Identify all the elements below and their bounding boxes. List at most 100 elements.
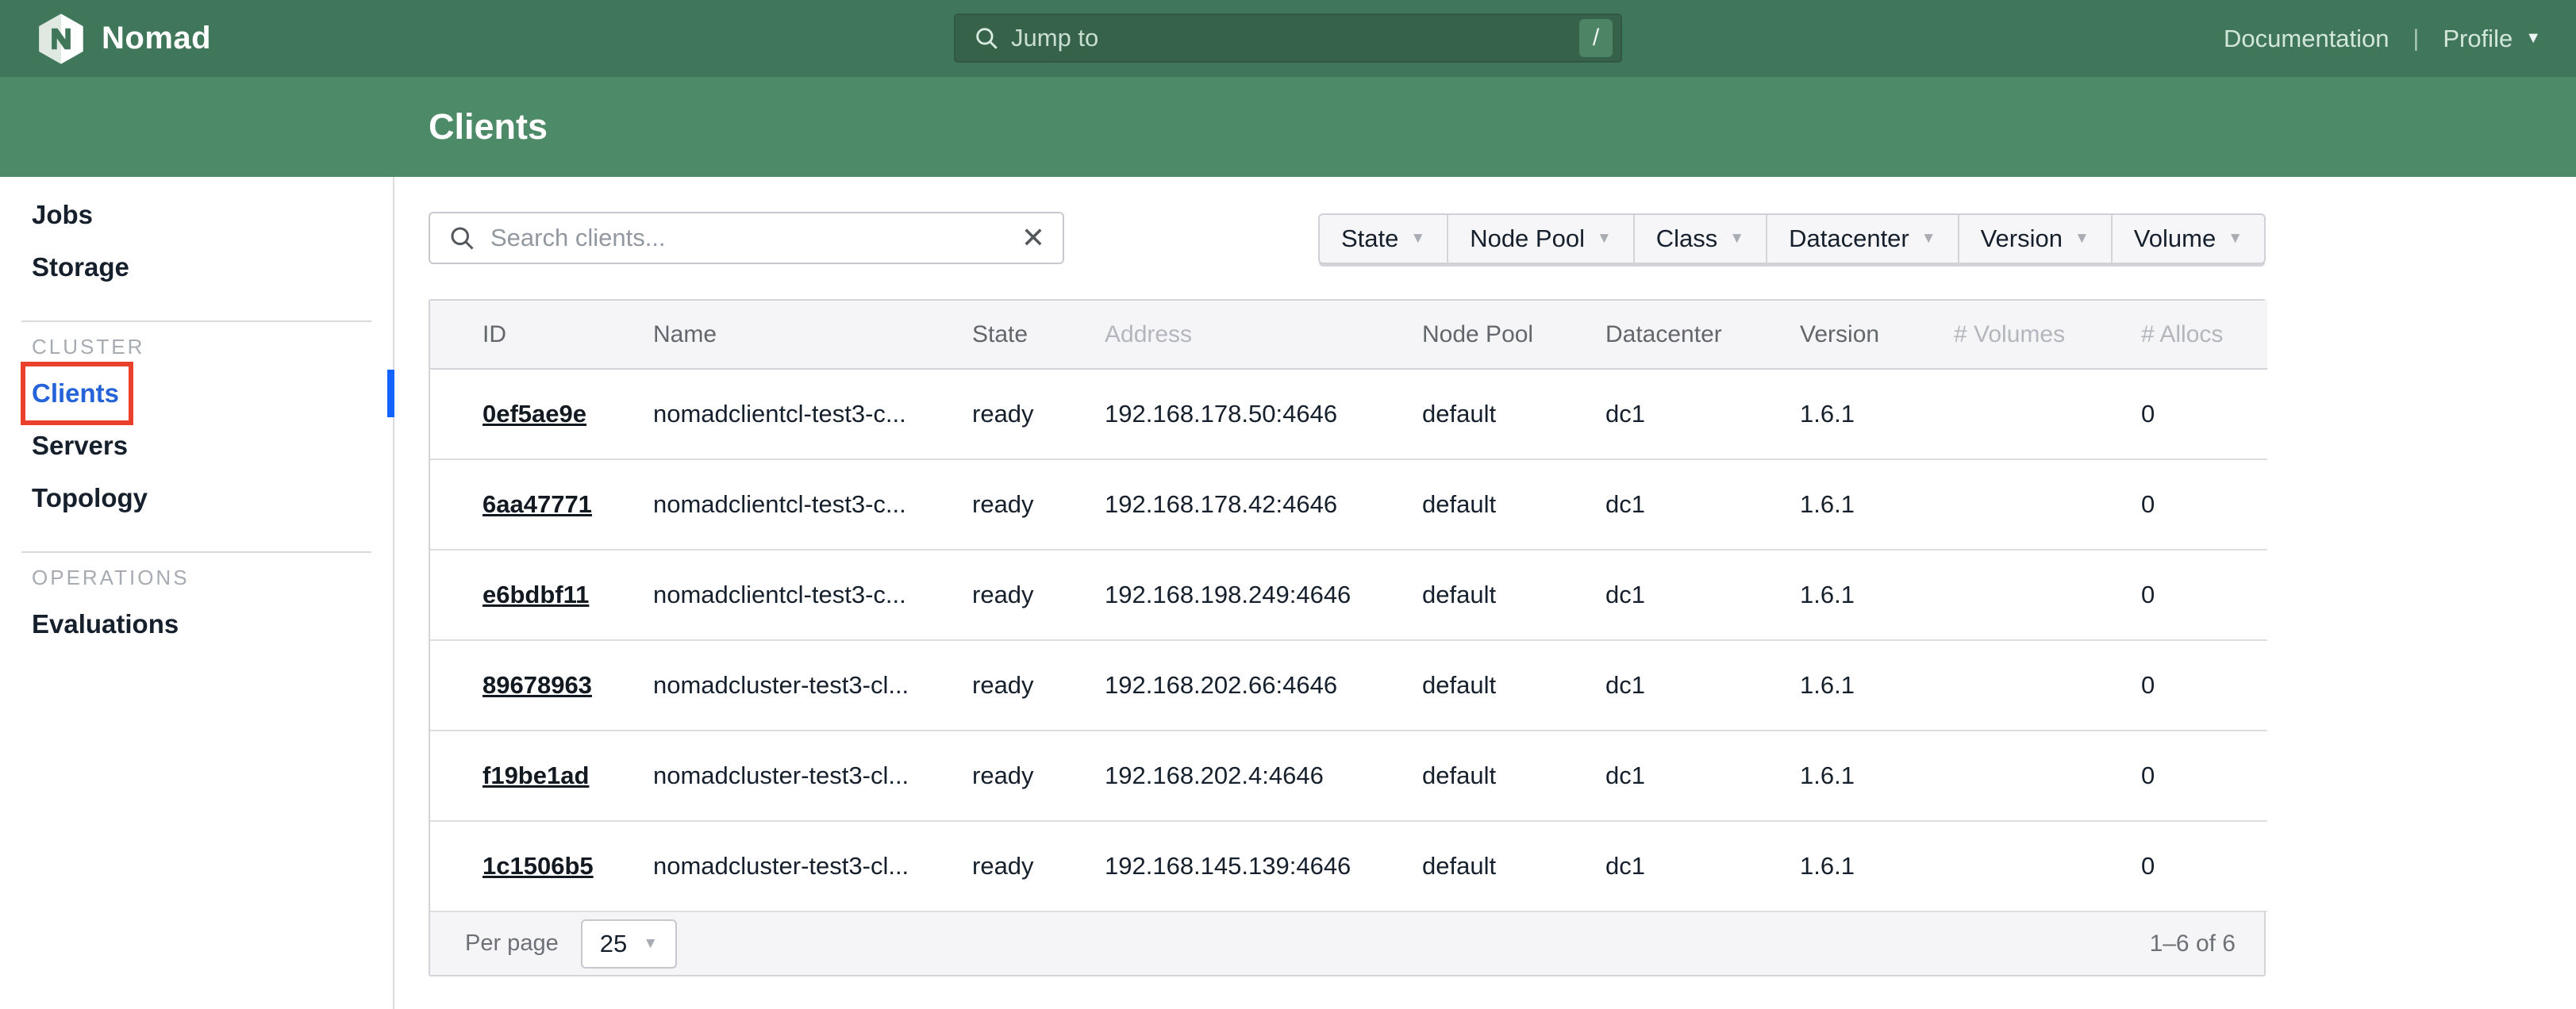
- per-page-select[interactable]: 25 ▼: [581, 919, 677, 969]
- nomad-logo-icon: [35, 13, 87, 65]
- client-row[interactable]: e6bdbf11 nomadclientcl-test3-c... ready …: [430, 550, 2267, 640]
- client-volumes: [1901, 821, 2089, 911]
- client-state: ready: [920, 550, 1052, 640]
- client-address: 192.168.178.50:4646: [1052, 369, 1370, 459]
- column-header-id[interactable]: ID: [430, 301, 601, 369]
- jump-to-input[interactable]: [1011, 24, 1568, 52]
- client-version: 1.6.1: [1747, 550, 1901, 640]
- client-id-link[interactable]: 0ef5ae9e: [483, 400, 586, 428]
- client-name: nomadclientcl-test3-c...: [601, 550, 920, 640]
- brand-wordmark: Nomad: [102, 21, 211, 56]
- client-address: 192.168.202.4:4646: [1052, 731, 1370, 821]
- client-datacenter: dc1: [1553, 550, 1747, 640]
- client-id-link[interactable]: e6bdbf11: [483, 581, 589, 608]
- client-id-link[interactable]: 6aa47771: [483, 490, 592, 518]
- chevron-down-icon: ▼: [1729, 230, 1744, 247]
- column-header-name[interactable]: Name: [601, 301, 920, 369]
- filter-bar: State ▼ Node Pool ▼ Class ▼ Datacenter ▼…: [1318, 213, 2266, 264]
- nomad-clients-page: Nomad / Documentation | Profile ▼ Client…: [0, 0, 2576, 1009]
- page-title: Clients: [429, 77, 548, 177]
- client-node-pool: default: [1370, 369, 1553, 459]
- chevron-down-icon: ▼: [1597, 230, 1612, 247]
- per-page-control: Per page 25 ▼: [465, 919, 677, 969]
- client-volumes: [1901, 369, 2089, 459]
- filter-state[interactable]: State ▼: [1320, 215, 1447, 263]
- client-version: 1.6.1: [1747, 369, 1901, 459]
- client-node-pool: default: [1370, 459, 1553, 550]
- sidebar-item-topology[interactable]: Topology: [0, 472, 393, 524]
- client-datacenter: dc1: [1553, 459, 1747, 550]
- client-version: 1.6.1: [1747, 731, 1901, 821]
- client-state: ready: [920, 459, 1052, 550]
- column-header-datacenter[interactable]: Datacenter: [1553, 301, 1747, 369]
- client-name: nomadclientcl-test3-c...: [601, 459, 920, 550]
- client-allocs: 0: [2089, 369, 2267, 459]
- client-state: ready: [920, 731, 1052, 821]
- client-id-link[interactable]: 1c1506b5: [483, 852, 594, 880]
- chevron-down-icon: ▼: [1410, 230, 1425, 247]
- sidebar-item-storage[interactable]: Storage: [0, 241, 393, 293]
- client-row[interactable]: 0ef5ae9e nomadclientcl-test3-c... ready …: [430, 369, 2267, 459]
- client-allocs: 0: [2089, 731, 2267, 821]
- sidebar-item-jobs[interactable]: Jobs: [0, 189, 393, 241]
- client-id-link[interactable]: 89678963: [483, 671, 592, 699]
- client-volumes: [1901, 731, 2089, 821]
- nomad-home-link[interactable]: Nomad: [35, 13, 211, 65]
- column-header-state[interactable]: State: [920, 301, 1052, 369]
- client-node-pool: default: [1370, 731, 1553, 821]
- filter-datacenter[interactable]: Datacenter ▼: [1766, 215, 1957, 263]
- column-header-volumes: # Volumes: [1901, 301, 2089, 369]
- chevron-down-icon: ▼: [1921, 230, 1936, 247]
- per-page-value: 25: [600, 930, 627, 958]
- sidebar-section-cluster: CLUSTER: [0, 335, 393, 367]
- client-name: nomadcluster-test3-cl...: [601, 640, 920, 731]
- client-id-link[interactable]: f19be1ad: [483, 762, 589, 789]
- column-header-address: Address: [1052, 301, 1370, 369]
- client-version: 1.6.1: [1747, 821, 1901, 911]
- slash-shortcut-badge: /: [1579, 19, 1613, 57]
- client-address: 192.168.145.139:4646: [1052, 821, 1370, 911]
- filter-node-pool[interactable]: Node Pool ▼: [1447, 215, 1633, 263]
- clients-search-input[interactable]: [490, 224, 1007, 252]
- clients-search-box: ✕: [429, 212, 1064, 264]
- navbar-links: Documentation | Profile ▼: [2224, 25, 2541, 53]
- sidebar: Jobs Storage CLUSTER Clients Servers Top…: [0, 177, 394, 1009]
- sidebar-item-clients[interactable]: Clients: [0, 367, 393, 420]
- client-name: nomadclientcl-test3-c...: [601, 369, 920, 459]
- documentation-link[interactable]: Documentation: [2224, 25, 2390, 53]
- jump-to-search[interactable]: /: [954, 13, 1622, 63]
- sidebar-item-evaluations[interactable]: Evaluations: [0, 598, 393, 650]
- sidebar-section-operations: OPERATIONS: [0, 566, 393, 598]
- pagination-range: 1–6 of 6: [2150, 930, 2236, 957]
- chevron-down-icon: ▼: [2228, 230, 2243, 247]
- client-allocs: 0: [2089, 459, 2267, 550]
- client-row[interactable]: 1c1506b5 nomadcluster-test3-cl... ready …: [430, 821, 2267, 911]
- pagination-footer: Per page 25 ▼ 1–6 of 6: [430, 912, 2264, 975]
- client-row[interactable]: f19be1ad nomadcluster-test3-cl... ready …: [430, 731, 2267, 821]
- page-header-band: Clients: [0, 77, 2576, 177]
- chevron-down-icon: ▼: [2525, 29, 2541, 48]
- client-volumes: [1901, 459, 2089, 550]
- sidebar-item-servers[interactable]: Servers: [0, 420, 393, 472]
- filter-volume[interactable]: Volume ▼: [2111, 215, 2264, 263]
- profile-label: Profile: [2443, 25, 2513, 53]
- filter-class[interactable]: Class ▼: [1633, 215, 1766, 263]
- column-header-version[interactable]: Version: [1747, 301, 1901, 369]
- top-navbar: Nomad / Documentation | Profile ▼: [0, 0, 2576, 77]
- client-volumes: [1901, 550, 2089, 640]
- client-row[interactable]: 89678963 nomadcluster-test3-cl... ready …: [430, 640, 2267, 731]
- profile-menu[interactable]: Profile ▼: [2443, 25, 2541, 53]
- clear-search-icon[interactable]: ✕: [1021, 224, 1045, 252]
- column-header-node-pool[interactable]: Node Pool: [1370, 301, 1553, 369]
- client-allocs: 0: [2089, 550, 2267, 640]
- client-node-pool: default: [1370, 640, 1553, 731]
- chevron-down-icon: ▼: [2074, 230, 2090, 247]
- client-datacenter: dc1: [1553, 821, 1747, 911]
- client-address: 192.168.178.42:4646: [1052, 459, 1370, 550]
- client-row[interactable]: 6aa47771 nomadclientcl-test3-c... ready …: [430, 459, 2267, 550]
- clients-table: ID Name State Address Node Pool Datacent…: [430, 301, 2267, 912]
- client-datacenter: dc1: [1553, 731, 1747, 821]
- filter-version[interactable]: Version ▼: [1958, 215, 2111, 263]
- client-state: ready: [920, 640, 1052, 731]
- search-icon: [448, 224, 476, 252]
